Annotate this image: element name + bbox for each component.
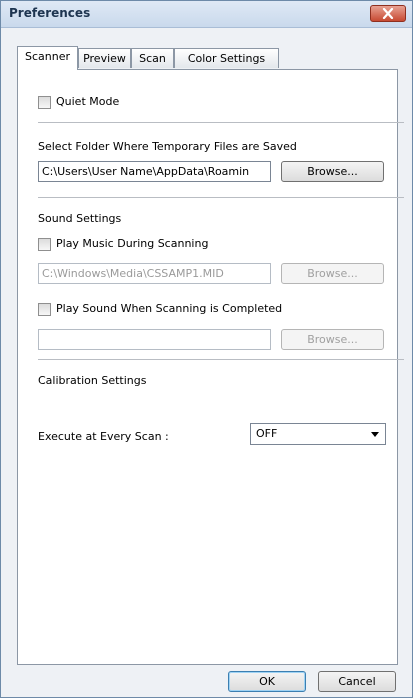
scanner-tab-panel: Quiet Mode Select Folder Where Temporary… xyxy=(17,69,404,665)
play-music-checkbox[interactable] xyxy=(38,238,51,251)
temp-folder-browse-button[interactable]: Browse... xyxy=(281,161,384,182)
close-button[interactable] xyxy=(370,5,406,22)
temp-folder-heading: Select Folder Where Temporary Files are … xyxy=(38,140,297,153)
sound-browse-button[interactable]: Browse... xyxy=(281,329,384,350)
title-bar: Preferences xyxy=(1,1,412,28)
separator xyxy=(38,122,404,123)
quiet-mode-checkbox[interactable] xyxy=(38,96,51,109)
cancel-button[interactable]: Cancel xyxy=(318,671,396,692)
quiet-mode-label[interactable]: Quiet Mode xyxy=(56,95,119,108)
close-icon xyxy=(382,8,394,19)
temp-folder-field[interactable]: C:\Users\User Name\AppData\Roamin xyxy=(38,161,271,182)
execute-every-scan-value: OFF xyxy=(256,427,278,440)
sound-settings-heading: Sound Settings xyxy=(38,212,122,225)
execute-every-scan-label: Execute at Every Scan : xyxy=(38,430,169,443)
play-music-label[interactable]: Play Music During Scanning xyxy=(56,237,208,250)
music-browse-button[interactable]: Browse... xyxy=(281,263,384,284)
tab-preview[interactable]: Preview xyxy=(78,48,131,68)
ok-button[interactable]: OK xyxy=(228,671,306,692)
separator xyxy=(38,197,404,198)
tab-scan[interactable]: Scan xyxy=(131,48,174,68)
play-sound-label[interactable]: Play Sound When Scanning is Completed xyxy=(56,302,282,315)
tab-color-settings[interactable]: Color Settings xyxy=(174,48,279,68)
window-title: Preferences xyxy=(9,6,91,20)
sound-file-field[interactable] xyxy=(38,329,271,350)
tab-scanner[interactable]: Scanner xyxy=(17,46,78,70)
chevron-down-icon xyxy=(371,432,379,437)
play-sound-checkbox[interactable] xyxy=(38,303,51,316)
preferences-dialog: Preferences Scanner Preview Scan Color S… xyxy=(0,0,413,698)
music-file-field[interactable]: C:\Windows\Media\CSSAMP1.MID xyxy=(38,263,271,284)
execute-every-scan-select[interactable]: OFF xyxy=(250,423,386,445)
calibration-settings-heading: Calibration Settings xyxy=(38,374,147,387)
separator xyxy=(38,359,404,360)
